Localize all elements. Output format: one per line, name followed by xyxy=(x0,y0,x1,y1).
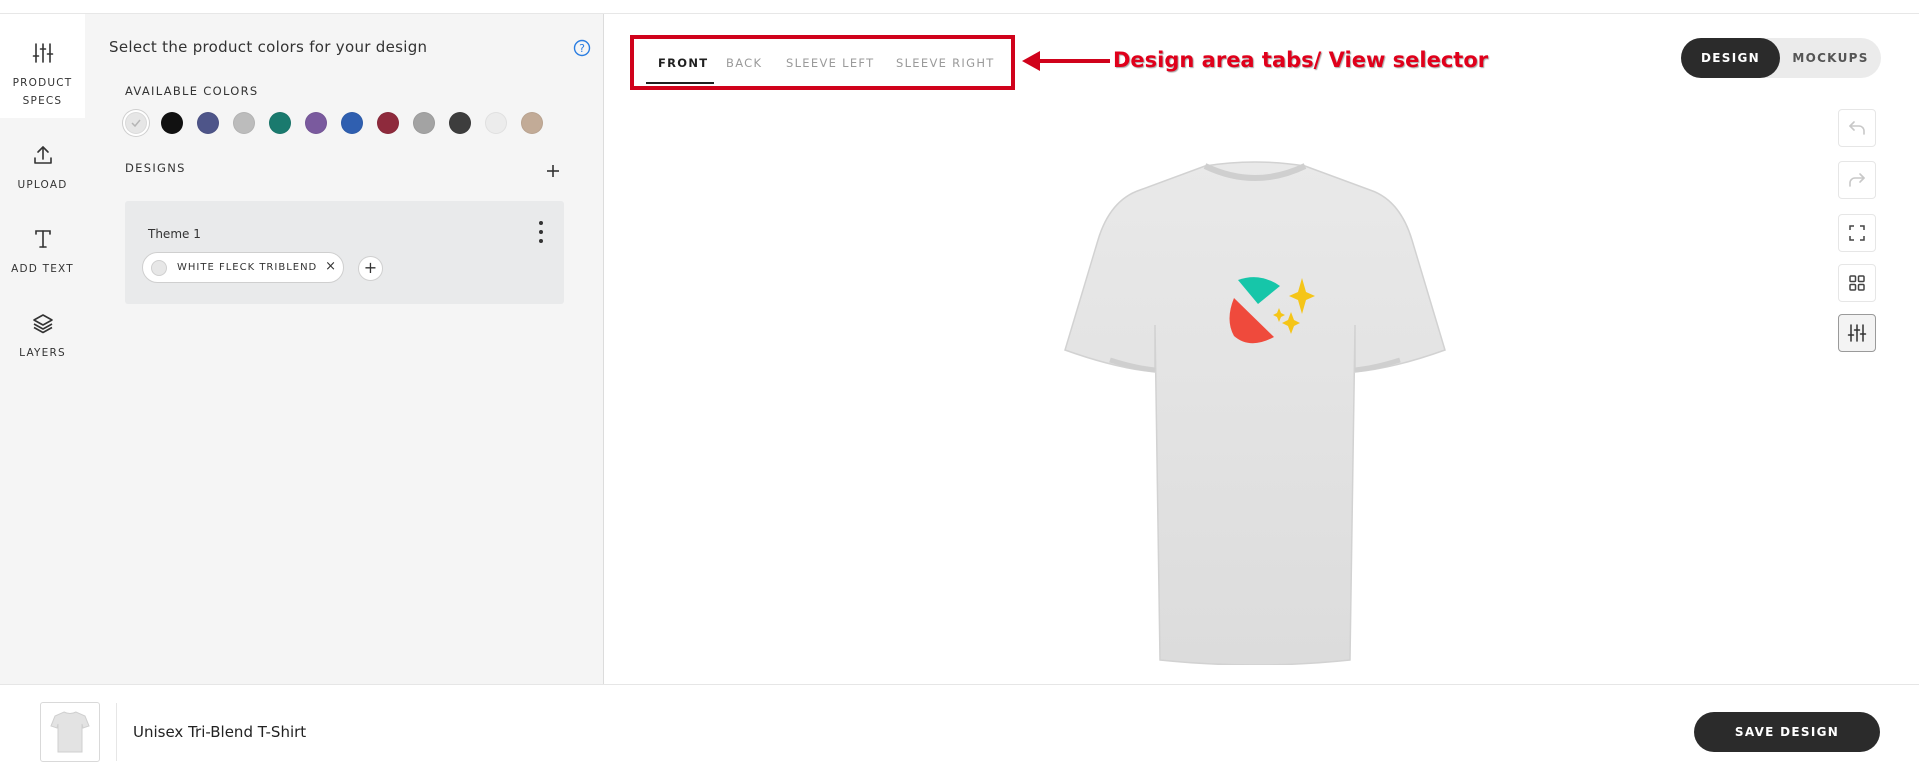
divider xyxy=(116,703,117,761)
redo-button[interactable] xyxy=(1838,161,1876,199)
rail-item-upload[interactable]: UPLOAD xyxy=(0,140,85,194)
color-swatch[interactable] xyxy=(197,112,219,134)
adjust-button[interactable] xyxy=(1838,314,1876,352)
tab-sleeve-right[interactable]: SLEEVE RIGHT xyxy=(896,56,995,70)
layers-icon xyxy=(28,308,58,338)
rail-item-add-text[interactable]: ADD TEXT xyxy=(0,224,85,278)
tshirt-thumbnail-icon xyxy=(50,711,90,753)
color-chip[interactable]: WHITE FLECK TRIBLEND × xyxy=(142,252,344,283)
panel-title: Select the product colors for your desig… xyxy=(109,38,428,56)
theme-card[interactable]: Theme 1 WHITE FLECK TRIBLEND × + xyxy=(125,201,564,304)
rail-label: ADD TEXT xyxy=(11,263,74,275)
adjust-icon xyxy=(1847,324,1867,342)
tshirt-mockup[interactable] xyxy=(1050,160,1460,665)
grid-button[interactable] xyxy=(1838,264,1876,302)
grid-icon xyxy=(1849,275,1865,291)
bottom-bar: Unisex Tri-Blend T-Shirt SAVE DESIGN xyxy=(0,684,1919,772)
top-border xyxy=(0,0,1919,14)
question-circle-icon[interactable]: ? xyxy=(573,39,591,57)
active-tab-indicator xyxy=(646,82,714,84)
more-options-icon[interactable] xyxy=(537,221,545,243)
plus-icon xyxy=(547,165,559,177)
annotation-arrow-icon xyxy=(1022,51,1110,71)
rail-label: UPLOAD xyxy=(17,179,68,191)
design-mode-button[interactable]: DESIGN xyxy=(1681,38,1780,78)
text-icon xyxy=(28,224,58,254)
design-area-tabs: FRONT BACK SLEEVE LEFT SLEEVE RIGHT xyxy=(630,35,1015,90)
save-design-button[interactable]: SAVE DESIGN xyxy=(1694,712,1880,752)
sliders-icon xyxy=(28,38,58,68)
color-swatch[interactable] xyxy=(125,112,147,134)
rail-label: LAYERS xyxy=(19,347,66,359)
color-swatch[interactable] xyxy=(233,112,255,134)
rail-label: PRODUCT xyxy=(12,77,73,89)
tab-back[interactable]: BACK xyxy=(726,56,762,70)
chip-color-dot xyxy=(151,259,167,276)
tab-sleeve-left[interactable]: SLEEVE LEFT xyxy=(786,56,874,70)
undo-icon xyxy=(1849,121,1865,135)
fullscreen-icon xyxy=(1849,225,1865,241)
add-color-button[interactable]: + xyxy=(358,256,383,281)
available-colors-heading: AVAILABLE COLORS xyxy=(125,84,259,98)
redo-icon xyxy=(1849,173,1865,187)
color-swatch[interactable] xyxy=(161,112,183,134)
add-design-button[interactable] xyxy=(543,161,563,181)
theme-name: Theme 1 xyxy=(148,227,201,241)
upload-icon xyxy=(28,140,58,170)
designs-heading: DESIGNS xyxy=(125,161,186,175)
mockups-mode-button[interactable]: MOCKUPS xyxy=(1780,38,1881,78)
product-thumbnail[interactable] xyxy=(40,702,100,762)
color-swatch[interactable] xyxy=(449,112,471,134)
tab-front[interactable]: FRONT xyxy=(658,56,708,70)
color-swatch[interactable] xyxy=(269,112,291,134)
view-mode-toggle: DESIGN MOCKUPS xyxy=(1681,38,1881,78)
svg-text:?: ? xyxy=(579,42,585,55)
color-swatches xyxy=(125,112,557,134)
product-specs-panel: Select the product colors for your desig… xyxy=(85,14,604,684)
color-swatch[interactable] xyxy=(377,112,399,134)
color-swatch[interactable] xyxy=(341,112,363,134)
rail-item-product-specs[interactable]: PRODUCT SPECS xyxy=(0,14,85,118)
chip-label: WHITE FLECK TRIBLEND xyxy=(177,262,318,273)
color-swatch[interactable] xyxy=(485,112,507,134)
undo-button[interactable] xyxy=(1838,109,1876,147)
color-swatch[interactable] xyxy=(305,112,327,134)
rail-item-layers[interactable]: LAYERS xyxy=(0,308,85,362)
annotation-label: Design area tabs/ View selector xyxy=(1113,48,1489,72)
check-icon xyxy=(131,119,141,128)
fullscreen-button[interactable] xyxy=(1838,214,1876,252)
remove-color-icon[interactable]: × xyxy=(325,260,336,274)
color-swatch[interactable] xyxy=(413,112,435,134)
rail-label: SPECS xyxy=(22,95,63,107)
tool-rail: PRODUCT SPECS UPLOAD ADD TEXT LAYERS xyxy=(0,14,85,684)
product-name: Unisex Tri-Blend T-Shirt xyxy=(133,723,307,741)
color-swatch[interactable] xyxy=(521,112,543,134)
